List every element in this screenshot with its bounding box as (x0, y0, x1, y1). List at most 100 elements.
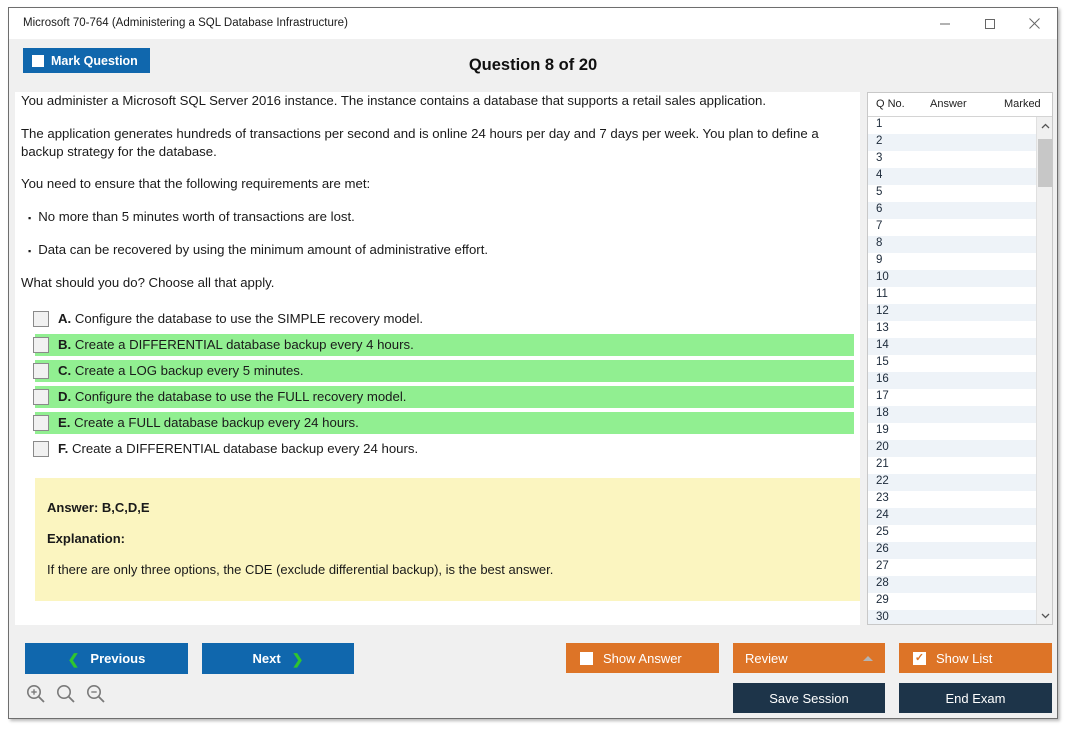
caret-up-icon (863, 656, 873, 661)
scroll-up-arrow[interactable] (1037, 117, 1053, 134)
question-list-row[interactable]: 25 (868, 525, 1038, 542)
question-list-row[interactable]: 18 (868, 406, 1038, 423)
zoom-out-icon[interactable] (85, 683, 107, 705)
question-list-row[interactable]: 23 (868, 491, 1038, 508)
question-list-row[interactable]: 9 (868, 253, 1038, 270)
row-question-number: 28 (876, 577, 889, 589)
mark-question-button[interactable]: Mark Question (23, 48, 150, 73)
answer-option-a[interactable]: A. Configure the database to use the SIM… (15, 308, 860, 330)
row-question-number: 23 (876, 492, 889, 504)
question-list-panel: Q No. Answer Marked 12345678910111213141… (867, 92, 1053, 625)
question-list-row[interactable]: 17 (868, 389, 1038, 406)
answer-option-b[interactable]: B. Create a DIFFERENTIAL database backup… (15, 334, 860, 356)
option-letter: F. (58, 441, 68, 456)
option-body: Create a LOG backup every 5 minutes. (75, 363, 304, 378)
question-list-row[interactable]: 7 (868, 219, 1038, 236)
scrollbar-thumb[interactable] (1038, 139, 1052, 187)
minimize-icon (939, 18, 951, 30)
option-letter: C. (58, 363, 71, 378)
question-list-row[interactable]: 16 (868, 372, 1038, 389)
question-list-row[interactable]: 22 (868, 474, 1038, 491)
previous-label: Previous (90, 651, 145, 666)
chevron-up-icon (1041, 123, 1050, 129)
question-list-row[interactable]: 29 (868, 593, 1038, 610)
option-letter: B. (58, 337, 71, 352)
mark-question-label: Mark Question (51, 54, 138, 68)
next-button[interactable]: Next ❯ (202, 643, 354, 674)
question-list-row[interactable]: 13 (868, 321, 1038, 338)
question-list-row[interactable]: 21 (868, 457, 1038, 474)
exam-window: Microsoft 70-764 (Administering a SQL Da… (8, 7, 1058, 719)
question-list-scrollbar[interactable] (1036, 117, 1052, 624)
answer-option-e[interactable]: E. Create a FULL database backup every 2… (15, 412, 860, 434)
explanation-text: If there are only three options, the CDE… (47, 562, 860, 577)
option-checkbox[interactable] (33, 389, 49, 405)
answer-option-d[interactable]: D. Configure the database to use the FUL… (15, 386, 860, 408)
option-text: A. Configure the database to use the SIM… (58, 311, 423, 326)
option-checkbox[interactable] (33, 363, 49, 379)
option-checkbox[interactable] (33, 441, 49, 457)
row-question-number: 8 (876, 237, 882, 249)
question-list-row[interactable]: 4 (868, 168, 1038, 185)
row-question-number: 12 (876, 305, 889, 317)
question-list-row[interactable]: 30 (868, 610, 1038, 624)
question-list-row[interactable]: 1 (868, 117, 1038, 134)
maximize-button[interactable] (967, 8, 1012, 39)
zoom-reset-icon[interactable] (55, 683, 77, 705)
question-list-row[interactable]: 8 (868, 236, 1038, 253)
show-list-button[interactable]: ✓ Show List (899, 643, 1052, 673)
answer-options-list: A. Configure the database to use the SIM… (15, 308, 860, 460)
option-letter: A. (58, 311, 71, 326)
maximize-icon (984, 18, 996, 30)
review-dropdown[interactable]: Review (733, 643, 885, 673)
row-question-number: 17 (876, 390, 889, 402)
question-list-row[interactable]: 15 (868, 355, 1038, 372)
column-header-marked: Marked (1004, 98, 1041, 110)
question-list-row[interactable]: 26 (868, 542, 1038, 559)
row-question-number: 16 (876, 373, 889, 385)
question-list-row[interactable]: 12 (868, 304, 1038, 321)
question-list-row[interactable]: 5 (868, 185, 1038, 202)
answer-option-c[interactable]: C. Create a LOG backup every 5 minutes. (15, 360, 860, 382)
option-checkbox[interactable] (33, 337, 49, 353)
save-session-button[interactable]: Save Session (733, 683, 885, 713)
question-pane: You administer a Microsoft SQL Server 20… (15, 92, 860, 625)
show-list-checkbox[interactable]: ✓ (913, 652, 926, 665)
explanation-label: Explanation: (47, 531, 860, 546)
question-list-row[interactable]: 19 (868, 423, 1038, 440)
option-checkbox[interactable] (33, 311, 49, 327)
chevron-down-icon (1041, 613, 1050, 619)
question-list-row[interactable]: 24 (868, 508, 1038, 525)
question-list-row[interactable]: 10 (868, 270, 1038, 287)
question-list-row[interactable]: 3 (868, 151, 1038, 168)
question-list-body[interactable]: 1234567891011121314151617181920212223242… (868, 117, 1038, 624)
show-answer-button[interactable]: Show Answer (566, 643, 719, 673)
option-body: Create a FULL database backup every 24 h… (74, 415, 359, 430)
question-list-row[interactable]: 2 (868, 134, 1038, 151)
question-list-row[interactable]: 6 (868, 202, 1038, 219)
answer-option-f[interactable]: F. Create a DIFFERENTIAL database backup… (15, 438, 860, 460)
exam-header: Mark Question Question 8 of 20 (9, 39, 1057, 91)
option-letter: E. (58, 415, 70, 430)
option-checkbox[interactable] (33, 415, 49, 431)
question-list-row[interactable]: 27 (868, 559, 1038, 576)
question-closing: What should you do? Choose all that appl… (21, 274, 854, 292)
question-list-row[interactable]: 14 (868, 338, 1038, 355)
row-question-number: 26 (876, 543, 889, 555)
row-question-number: 10 (876, 271, 889, 283)
question-list-row[interactable]: 28 (868, 576, 1038, 593)
zoom-controls (25, 683, 107, 705)
option-text: F. Create a DIFFERENTIAL database backup… (58, 441, 418, 456)
end-exam-button[interactable]: End Exam (899, 683, 1052, 713)
question-list-row[interactable]: 11 (868, 287, 1038, 304)
option-text: B. Create a DIFFERENTIAL database backup… (58, 337, 414, 352)
zoom-in-icon[interactable] (25, 683, 47, 705)
mark-question-checkbox[interactable] (32, 55, 44, 67)
title-bar: Microsoft 70-764 (Administering a SQL Da… (9, 8, 1057, 39)
show-answer-checkbox[interactable] (580, 652, 593, 665)
question-list-row[interactable]: 20 (868, 440, 1038, 457)
scroll-down-arrow[interactable] (1037, 607, 1053, 624)
previous-button[interactable]: ❮ Previous (25, 643, 188, 674)
minimize-button[interactable] (922, 8, 967, 39)
close-button[interactable] (1012, 8, 1057, 39)
